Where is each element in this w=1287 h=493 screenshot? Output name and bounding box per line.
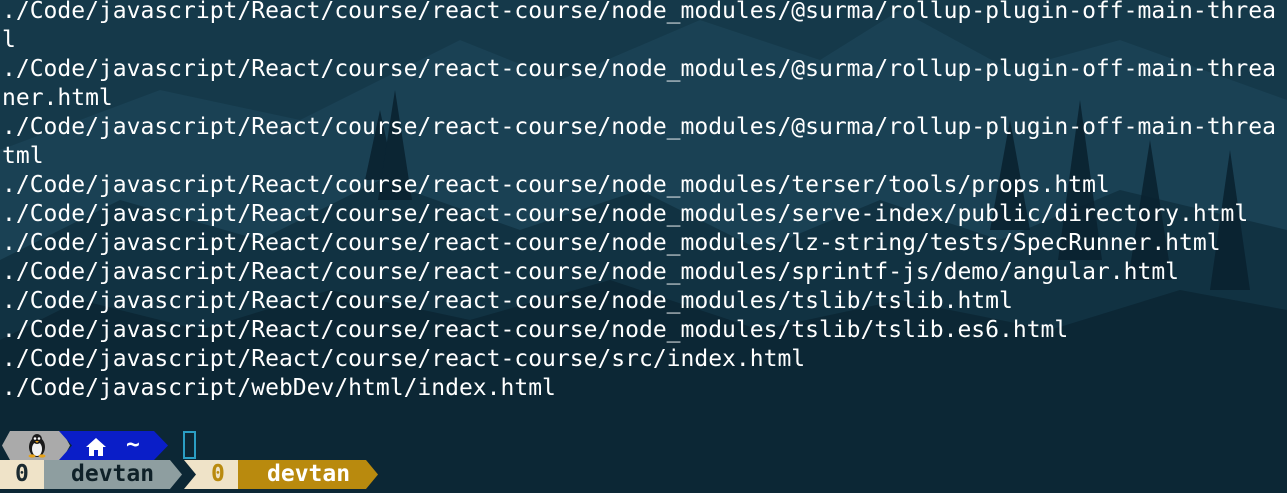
- output-line: ./Code/javascript/React/course/react-cou…: [2, 317, 1069, 343]
- output-line: ./Code/javascript/React/course/react-cou…: [2, 56, 1276, 82]
- current-directory: ~: [126, 432, 140, 458]
- output-line: ./Code/javascript/React/course/react-cou…: [2, 0, 1276, 24]
- status-active-window-name[interactable]: devtan: [267, 460, 350, 489]
- output-line: ./Code/javascript/React/course/react-cou…: [2, 172, 1110, 198]
- output-line: ./Code/javascript/React/course/react-cou…: [2, 201, 1249, 227]
- terminal-window[interactable]: ./Code/javascript/React/course/react-cou…: [0, 0, 1287, 493]
- output-line: ./Code/javascript/React/course/react-cou…: [2, 114, 1276, 140]
- tux-penguin-icon: [26, 433, 48, 458]
- output-line: ./Code/javascript/React/course/react-cou…: [2, 288, 1013, 314]
- output-line: ./Code/javascript/React/course/react-cou…: [2, 346, 806, 372]
- status-left-session-name[interactable]: devtan: [71, 460, 154, 489]
- output-line: ner.html: [2, 85, 113, 111]
- output-line: ./Code/javascript/React/course/react-cou…: [2, 259, 1180, 285]
- home-icon: [85, 436, 107, 456]
- output-line: l: [2, 27, 16, 53]
- status-active-window-index[interactable]: 0: [211, 460, 225, 489]
- output-line: ./Code/javascript/webDev/html/index.html: [2, 375, 556, 401]
- output-line: ./Code/javascript/React/course/react-cou…: [2, 230, 1221, 256]
- output-line: tml: [2, 143, 44, 169]
- status-left-window-index[interactable]: 0: [15, 460, 29, 489]
- terminal-cursor: [183, 431, 196, 459]
